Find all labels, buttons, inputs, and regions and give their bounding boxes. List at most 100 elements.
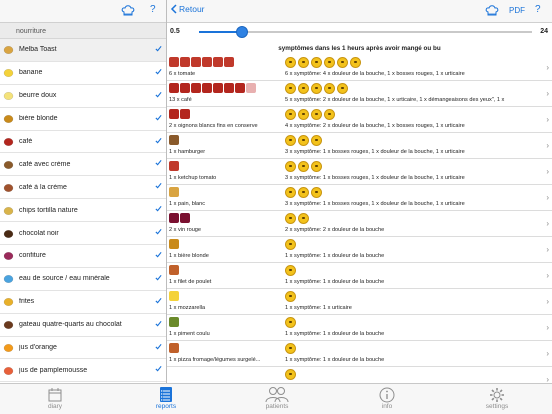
sad-face-icon	[298, 213, 309, 224]
tab-label: settings	[485, 403, 509, 410]
symptom-summary: 1 x symptôme: 1 x urticaire	[285, 305, 352, 311]
food-list-item[interactable]: gateau quatre-quarts au chocolat	[0, 314, 166, 337]
food-list-item[interactable]: café à la crème	[0, 176, 166, 200]
symptom-summary: 3 x symptôme: 1 x bosses rouges, 1 x dou…	[285, 175, 465, 181]
food-list-item[interactable]: café avec crème	[0, 153, 166, 177]
report-row[interactable]: 1 x filet de poulet 1 x symptôme: 1 x dou…	[167, 263, 552, 289]
food-icon	[246, 83, 256, 93]
back-button[interactable]: Retour	[170, 4, 205, 14]
sad-face-icon	[311, 187, 322, 198]
sad-face-icon	[311, 161, 322, 172]
food-icon	[191, 83, 201, 93]
food-list-item[interactable]: Melba Toast	[0, 39, 166, 62]
tab-diary[interactable]: diary	[25, 386, 85, 410]
food-list-item[interactable]: confiture	[0, 245, 166, 268]
food-list-item[interactable]: bière blonde	[0, 108, 166, 131]
chevron-left-icon	[170, 4, 177, 14]
tab-info[interactable]: info	[357, 386, 417, 410]
report-row[interactable]: 1 x pizza fromage/légumes surgelé... 1 x …	[167, 341, 552, 367]
sad-face-icon	[285, 57, 296, 68]
food-icon	[169, 291, 179, 301]
food-summary: 1 x mozzarella	[169, 305, 206, 311]
sad-face-icon	[311, 83, 322, 94]
checkmark-icon	[155, 182, 162, 191]
food-icon	[3, 205, 14, 216]
report-row[interactable]: 1 x piment coulu 1 x symptôme: 1 x douleu…	[167, 315, 552, 341]
food-icon	[169, 57, 179, 67]
report-row[interactable]: ›	[167, 367, 552, 383]
chevron-right-icon: ›	[546, 297, 549, 306]
food-icon	[169, 213, 179, 223]
report-row[interactable]: 1 x pain, blanc 3 x symptôme: 1 x bosses …	[167, 185, 552, 211]
checkmark-icon	[155, 205, 162, 214]
checkmark-icon	[155, 320, 162, 329]
food-icon	[180, 57, 190, 67]
report-row[interactable]: 1 x ketchup tomato 3 x symptôme: 1 x boss…	[167, 159, 552, 185]
tab-patients[interactable]: patients	[247, 386, 307, 410]
sad-face-icon	[285, 343, 296, 354]
food-images	[169, 343, 179, 353]
symptom-faces	[285, 83, 348, 94]
food-label: eau de source / eau minérale	[19, 275, 110, 283]
food-label: frites	[19, 298, 35, 306]
chef-hat-icon[interactable]	[121, 4, 135, 22]
food-list-item[interactable]: eau de source / eau minérale	[0, 268, 166, 291]
food-icon	[224, 57, 234, 67]
tab-settings[interactable]: settings	[467, 386, 527, 410]
report-row[interactable]: 1 x mozzarella 1 x symptôme: 1 x urticair…	[167, 289, 552, 315]
slider-min-label: 0.5	[170, 28, 180, 35]
food-list-pane: ? nourriture Melba Toast banane beurre dou…	[0, 0, 167, 383]
food-label: café à la crème	[19, 183, 67, 191]
sad-face-icon	[324, 109, 335, 120]
report-row[interactable]: 1 x hamburger 3 x symptôme: 1 x bosses ro…	[167, 133, 552, 159]
food-list-item[interactable]: chocolat noir	[0, 222, 166, 246]
checkmark-icon	[155, 343, 162, 352]
food-list-item[interactable]: beurre doux	[0, 85, 166, 108]
food-summary: 1 x pizza fromage/légumes surgelé...	[169, 357, 261, 363]
left-header: ?	[0, 0, 166, 23]
chevron-right-icon: ›	[546, 271, 549, 280]
report-list: 6 x tomate 6 x symptôme: 4 x douleur de l…	[167, 55, 552, 383]
sad-face-icon	[311, 57, 322, 68]
food-images	[169, 291, 179, 301]
food-list-item[interactable]: jus d'orange	[0, 337, 166, 360]
sad-face-icon	[285, 109, 296, 120]
sad-face-icon	[298, 83, 309, 94]
report-row[interactable]: 2 x vin rouge 2 x symptôme: 2 x douleur d…	[167, 211, 552, 237]
slider-thumb[interactable]	[236, 26, 249, 38]
tab-reports[interactable]: reports	[136, 386, 196, 410]
food-images	[169, 83, 256, 93]
food-images	[169, 161, 179, 171]
sad-face-icon	[311, 109, 322, 120]
help-button[interactable]: ?	[150, 4, 156, 15]
food-label: bière blonde	[19, 115, 58, 123]
symptom-summary: 1 x symptôme: 1 x douleur de la bouche	[285, 253, 385, 259]
chevron-right-icon: ›	[546, 141, 549, 150]
report-row[interactable]: 13 x café 5 x symptôme: 2 x douleur de la…	[167, 81, 552, 107]
help-button[interactable]: ?	[535, 4, 541, 15]
food-list-item[interactable]: frites	[0, 291, 166, 314]
report-row[interactable]: 1 x bière blonde 1 x symptôme: 1 x douleu…	[167, 237, 552, 263]
checkmark-icon	[155, 68, 162, 77]
report-pane: Retour PDF ? 0.5 24 symptômes dans les 1…	[167, 0, 552, 383]
food-icon	[169, 161, 179, 171]
sad-face-icon	[337, 57, 348, 68]
info-icon	[379, 387, 395, 402]
food-icon	[3, 319, 14, 330]
food-list-item[interactable]: chips tortilla nature	[0, 199, 166, 223]
slider-track[interactable]	[199, 26, 532, 38]
pdf-button[interactable]: PDF	[509, 6, 525, 15]
sad-face-icon	[285, 369, 296, 380]
food-summary: 1 x ketchup tomato	[169, 175, 217, 181]
diary-icon	[48, 387, 62, 401]
food-list-item[interactable]: café	[0, 131, 166, 154]
sad-face-icon	[324, 83, 335, 94]
report-row[interactable]: 2 x oignons blancs fins en conserve 4 x s…	[167, 107, 552, 133]
tab-bar: diary reports patients info settings	[0, 383, 552, 414]
chef-hat-icon[interactable]	[485, 4, 499, 22]
food-list-item[interactable]: jus de pamplemousse	[0, 359, 166, 383]
report-row[interactable]: 6 x tomate 6 x symptôme: 4 x douleur de l…	[167, 55, 552, 81]
sad-face-icon	[298, 187, 309, 198]
symptom-faces	[285, 135, 322, 146]
food-list-item[interactable]: banane	[0, 62, 166, 85]
